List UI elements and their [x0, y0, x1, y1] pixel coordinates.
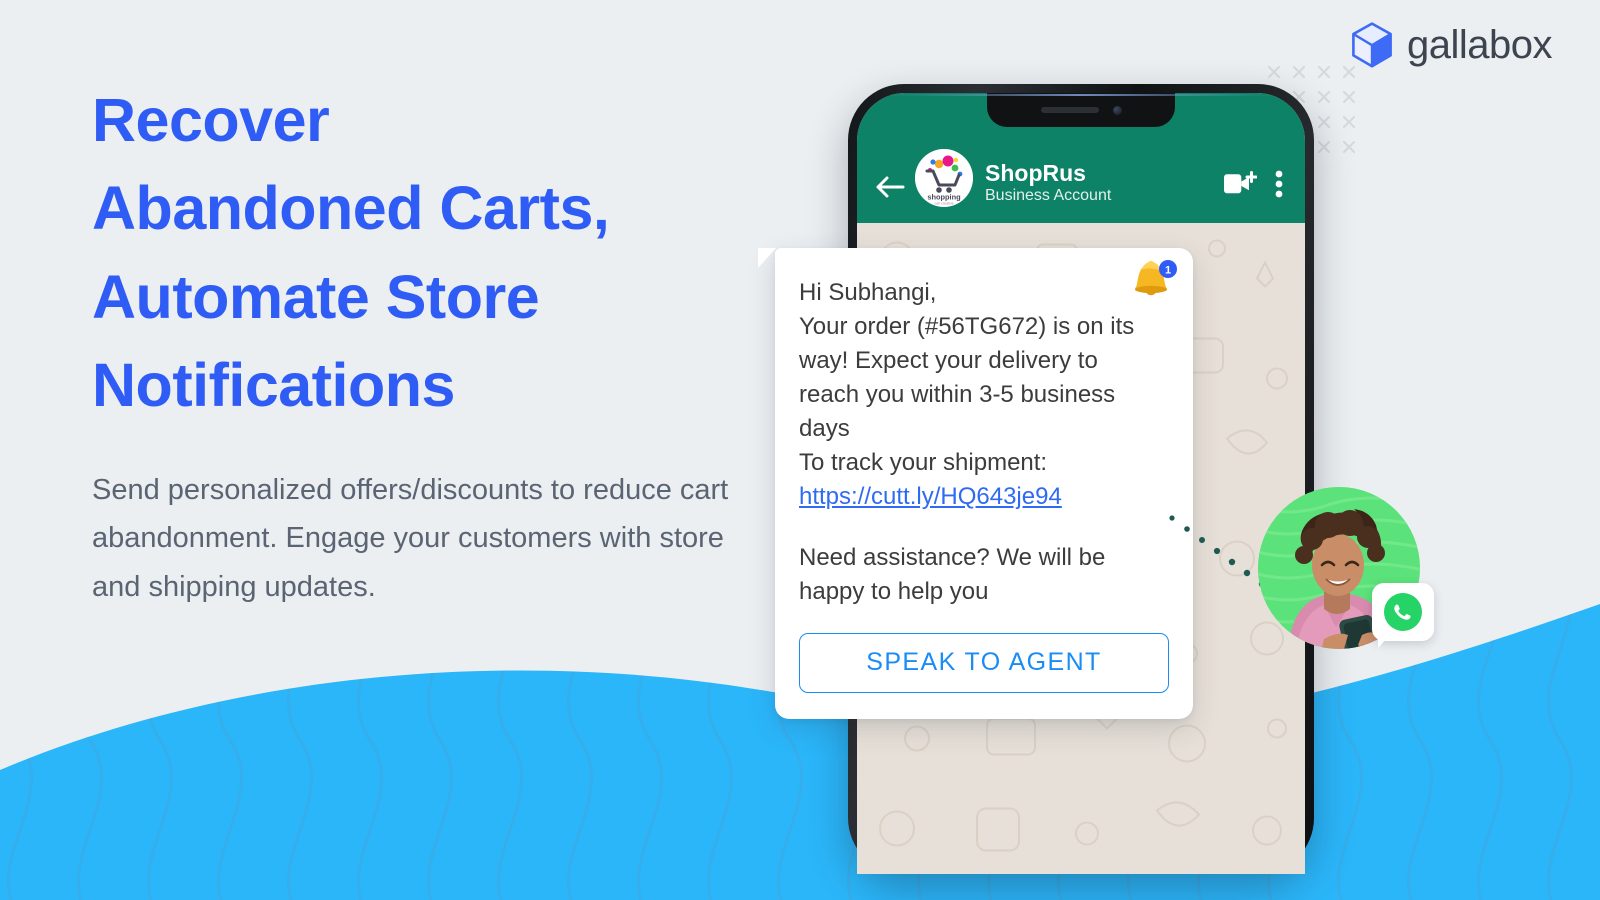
- cube-icon: [1352, 22, 1392, 68]
- poster-canvas: gallabox Recover Abandoned Carts, Automa…: [0, 0, 1600, 900]
- chat-contact-status: Business Account: [985, 187, 1112, 204]
- speak-to-agent-button[interactable]: SPEAK TO AGENT: [799, 632, 1169, 693]
- customer-avatar-card: [1258, 487, 1434, 649]
- screen-glint: [885, 94, 1277, 96]
- message-line-3: reach you within 3-5 business: [799, 381, 1116, 409]
- avatar[interactable]: shopping cart creative: [915, 149, 973, 207]
- chat-contact-info: ShopRus Business Account: [985, 160, 1221, 205]
- message-line-1: Your order (#56TG672) is on its: [799, 313, 1135, 341]
- whatsapp-icon: [1384, 593, 1422, 631]
- headline-line-4: Notifications: [92, 351, 455, 420]
- bell-icon: 1: [1135, 260, 1177, 296]
- avatar-logo-label: shopping: [927, 193, 961, 202]
- message-text: Hi Subhangi, Your order (#56TG672) is on…: [799, 276, 1169, 609]
- message-assistance-line-2: happy to help you: [799, 577, 989, 605]
- tracking-link[interactable]: https://cutt.ly/HQ643je94: [799, 480, 1062, 514]
- notification-badge-count: 1: [1165, 264, 1171, 276]
- hero-subcopy: Send personalized offers/discounts to re…: [92, 473, 729, 604]
- message-assistance-line-1: Need assistance? We will be: [799, 543, 1106, 571]
- message-track-label: To track your shipment:: [799, 449, 1048, 477]
- svg-text:cart creative: cart creative: [934, 202, 954, 206]
- message-line-2: way! Expect your delivery to: [799, 347, 1098, 375]
- front-camera: [1112, 105, 1122, 115]
- message-greeting: Hi Subhangi,: [799, 279, 937, 306]
- arrow-left-icon[interactable]: [873, 173, 909, 201]
- kebab-menu-icon[interactable]: [1275, 169, 1283, 199]
- chat-header-actions: [1221, 169, 1283, 199]
- brand-name: gallabox: [1406, 22, 1553, 67]
- headline-line-1: Recover: [92, 86, 330, 154]
- earpiece-speaker: [1040, 107, 1099, 113]
- brand-logo: gallabox: [1351, 22, 1553, 68]
- message-line-4: days: [799, 415, 850, 443]
- chat-contact-name: ShopRus: [985, 159, 1086, 186]
- video-call-add-icon[interactable]: [1221, 169, 1257, 199]
- headline-line-2: Abandoned Carts,: [92, 174, 610, 243]
- chat-message-bubble: 1 Hi Subhangi, Your order (#56TG672) is …: [758, 248, 1193, 719]
- whatsapp-badge: [1372, 583, 1434, 648]
- headline-line-3: Automate Store: [92, 262, 540, 331]
- hero-copy: Recover Abandoned Carts, Automate Store …: [92, 76, 792, 612]
- page-title: Recover Abandoned Carts, Automate Store …: [92, 76, 792, 430]
- phone-notch: [987, 93, 1175, 127]
